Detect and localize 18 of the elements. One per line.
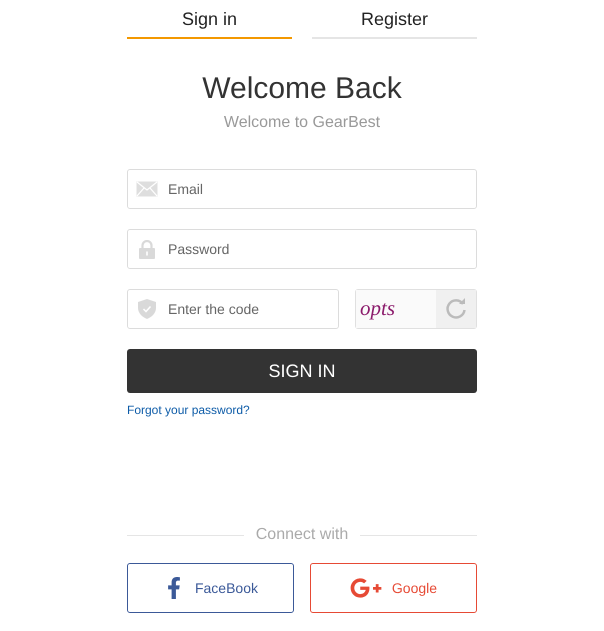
envelope-icon (136, 181, 158, 197)
sign-in-button[interactable]: SIGN IN (127, 349, 477, 393)
input-field[interactable]: Password (127, 229, 477, 269)
lock-icon (139, 240, 155, 258)
divider-label: Connect with (256, 525, 348, 545)
page-subtitle: Welcome to GearBest (222, 113, 382, 133)
refresh-icon (445, 298, 467, 320)
tab[interactable]: Register (312, 0, 477, 39)
shield-check-icon (138, 299, 156, 319)
social-login-button[interactable]: Google (310, 563, 477, 613)
input-field[interactable]: Email (127, 169, 477, 209)
refresh-button[interactable] (436, 290, 476, 328)
tab[interactable]: Sign in (127, 0, 292, 39)
captcha-image: opts (356, 290, 436, 328)
input-field[interactable]: Enter the code (127, 289, 339, 329)
forgot-password-link[interactable]: Forgot your password? (127, 401, 250, 419)
page-title: Welcome Back (201, 71, 403, 107)
social-login-button[interactable]: FaceBook (127, 563, 294, 613)
